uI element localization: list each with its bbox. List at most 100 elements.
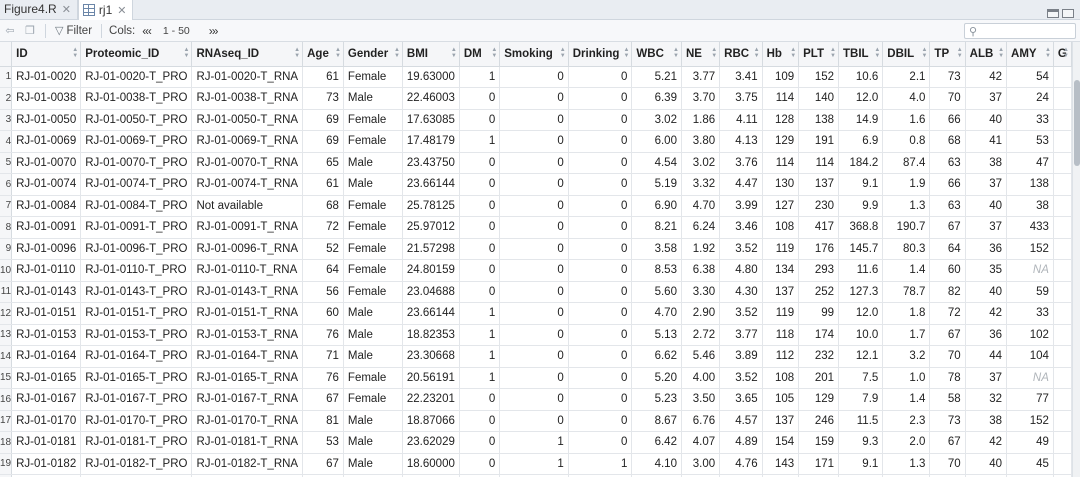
table-cell: 1.3 [882, 195, 931, 217]
vertical-scrollbar[interactable] [1072, 42, 1080, 477]
table-cell: 3.65 [719, 388, 763, 411]
table-cell: 12.1 [838, 345, 884, 368]
table-cell: Female [343, 259, 403, 282]
table-cell: 66 [929, 109, 966, 131]
table-cell: 69 [302, 109, 344, 131]
column-header-ne[interactable]: NE ▲ ▼ [681, 42, 721, 67]
table-cell: 60 [929, 259, 966, 282]
table-cell: 3.02 [631, 109, 682, 131]
column-header-rbc[interactable]: RBC ▲ ▼ [719, 42, 763, 67]
row-number: 11 [0, 281, 13, 303]
table-cell: 3.46 [719, 216, 763, 239]
table-cell: 64 [302, 259, 344, 282]
close-icon[interactable]: ✕ [117, 4, 126, 17]
table-cell: RJ-01-0164-T_PRO [80, 345, 193, 368]
viewer-toolbar: ⇦ ❐ ▽ Filter Cols: «‹ 1 - 50 ›» ⚲ [0, 20, 1080, 42]
table-cell: 4.70 [631, 302, 682, 325]
table-cell: 0 [459, 109, 501, 131]
table-cell [1053, 259, 1072, 282]
back-arrow-icon[interactable]: ⇦ [0, 23, 20, 39]
close-icon[interactable]: ✕ [62, 3, 71, 16]
cols-next-button[interactable]: ›» [209, 24, 219, 38]
table-cell: 0 [568, 66, 633, 88]
filter-label: Filter [66, 24, 93, 37]
table-cell: 0 [459, 388, 501, 411]
sort-arrows-icon: ▲ ▼ [1044, 47, 1051, 59]
column-header-proteomic-id[interactable]: Proteomic_ID ▲ ▼ [80, 42, 193, 67]
table-cell: 3.76 [719, 152, 763, 174]
table-cell [1053, 453, 1072, 475]
table-cell: 70 [929, 87, 966, 110]
table-cell: 61 [302, 66, 344, 88]
maximize-pane-icon[interactable] [1062, 9, 1074, 18]
table-cell: 60 [302, 302, 344, 325]
table-cell: 3.02 [681, 152, 721, 174]
search-input[interactable]: ⚲ [964, 23, 1076, 39]
tab-bar: Figure4.R ✕ rj1 ✕ [0, 0, 1080, 20]
filter-button[interactable]: ▽ Filter [51, 24, 96, 38]
table-cell: 0 [499, 259, 569, 282]
column-header-label: AMY [1011, 47, 1037, 60]
column-header-id[interactable]: ID ▲ ▼ [11, 42, 82, 67]
popout-window-icon[interactable]: ❐ [20, 23, 40, 39]
table-cell: RJ-01-0074 [11, 173, 82, 196]
table-cell: 40 [965, 281, 1008, 303]
table-cell: RJ-01-0069 [11, 130, 82, 153]
table-cell: 17.48179 [402, 130, 460, 153]
table-cell: 6.62 [631, 345, 682, 368]
column-header-age[interactable]: Age ▲ ▼ [302, 42, 344, 67]
table-cell: RJ-01-0110-T_RNA [191, 259, 304, 282]
column-header-bmi[interactable]: BMI ▲ ▼ [402, 42, 460, 67]
column-header-tbil[interactable]: TBIL ▲ ▼ [838, 42, 884, 67]
column-header-alb[interactable]: ALB ▲ ▼ [965, 42, 1008, 67]
table-row: 1 RJ-01-0020 RJ-01-0020-T_PRO RJ-01-0020-T_… [0, 66, 1072, 88]
column-header-dbil[interactable]: DBIL ▲ ▼ [882, 42, 931, 67]
table-cell: 78 [929, 367, 966, 389]
table-cell: 368.8 [838, 216, 884, 239]
table-cell: RJ-01-0038-T_RNA [191, 87, 304, 110]
column-header-wbc[interactable]: WBC ▲ ▼ [631, 42, 682, 67]
table-cell: Female [343, 195, 403, 217]
table-cell: 137 [762, 281, 800, 303]
column-header-plt[interactable]: PLT ▲ ▼ [798, 42, 839, 67]
column-header-gender[interactable]: Gender ▲ ▼ [343, 42, 403, 67]
table-cell: 4.07 [681, 431, 721, 454]
sort-arrows-icon: ▲ ▼ [72, 47, 79, 59]
table-row: 17 RJ-01-0170 RJ-01-0170-T_PRO RJ-01-0170-T… [0, 410, 1072, 432]
column-header-amy[interactable]: AMY ▲ ▼ [1006, 42, 1054, 67]
sort-arrows-icon: ▲ ▼ [1063, 47, 1069, 59]
cols-prev-button[interactable]: «‹ [142, 24, 152, 38]
table-cell: 119 [762, 238, 800, 260]
table-cell: 69 [302, 130, 344, 153]
table-cell: RJ-01-0167 [11, 388, 82, 411]
table-cell: 40 [965, 453, 1008, 475]
column-header-hb[interactable]: Hb ▲ ▼ [762, 42, 800, 67]
table-cell: 33 [1006, 109, 1054, 131]
column-header-label: Gender [347, 47, 389, 60]
table-cell: 0 [568, 388, 633, 411]
column-header-dm[interactable]: DM ▲ ▼ [459, 42, 501, 67]
column-header-label: PLT [803, 47, 825, 60]
column-header-g[interactable]: G ▲ ▼ [1053, 42, 1072, 67]
table-cell: 130 [762, 173, 800, 196]
table-cell: RJ-01-0096-T_RNA [191, 238, 304, 260]
tab-rj1[interactable]: rj1 ✕ [77, 0, 134, 20]
column-header-smoking[interactable]: Smoking ▲ ▼ [499, 42, 569, 67]
table-cell: 152 [1006, 410, 1054, 432]
table-cell: 0 [568, 109, 633, 131]
table-cell: 25.78125 [402, 195, 460, 217]
scrollbar-thumb[interactable] [1074, 80, 1080, 166]
table-cell: 176 [798, 238, 839, 260]
table-cell: 127 [762, 195, 800, 217]
row-number: 18 [0, 431, 13, 454]
table-cell [1053, 410, 1072, 432]
minimize-pane-icon[interactable] [1047, 9, 1059, 18]
table-cell [1053, 195, 1072, 217]
table-row: 3 RJ-01-0050 RJ-01-0050-T_PRO RJ-01-0050-T_… [0, 109, 1072, 131]
table-cell: 2.90 [681, 302, 721, 325]
table-cell: 38 [1006, 195, 1054, 217]
column-header-rnaseq-id[interactable]: RNAseq_ID ▲ ▼ [191, 42, 304, 67]
column-header-drinking[interactable]: Drinking ▲ ▼ [568, 42, 633, 67]
column-header-tp[interactable]: TP ▲ ▼ [929, 42, 966, 67]
tab-figure4-r[interactable]: Figure4.R ✕ [0, 0, 78, 19]
